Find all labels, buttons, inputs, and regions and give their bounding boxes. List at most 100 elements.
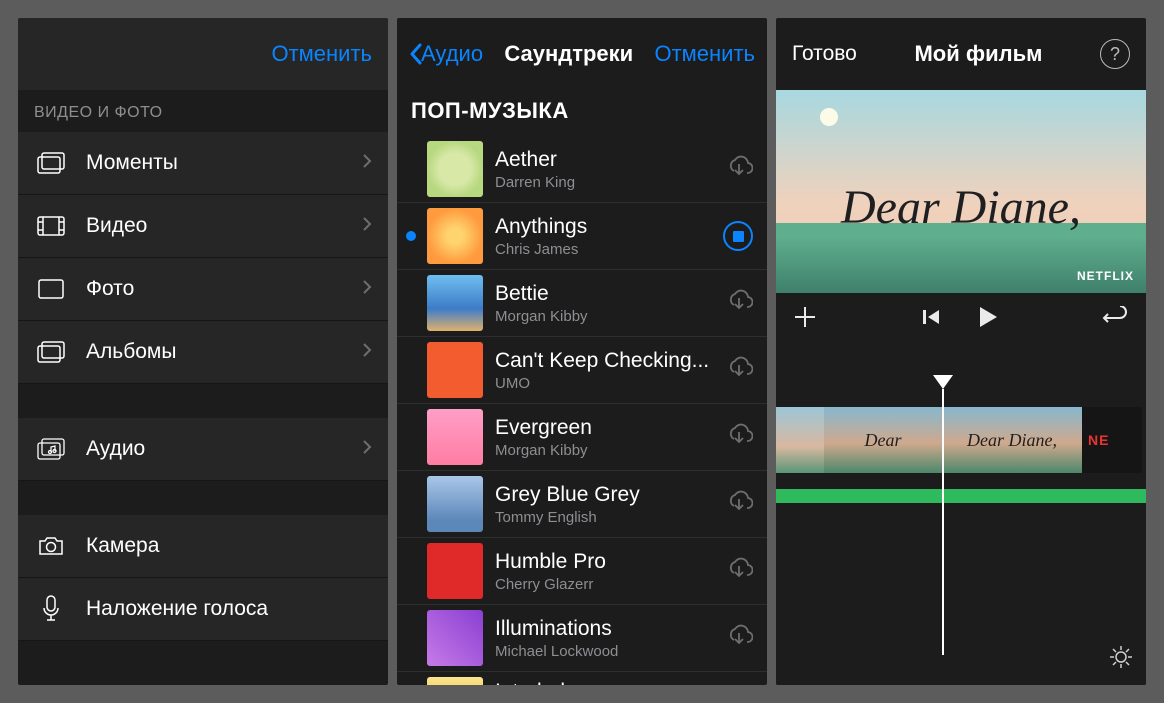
add-button[interactable] — [792, 304, 818, 330]
row-camera[interactable]: Камера — [18, 515, 388, 578]
row-albums[interactable]: Альбомы — [18, 321, 388, 384]
camera-icon — [34, 535, 68, 557]
track-row[interactable]: Interludes — [397, 672, 767, 685]
album-art — [427, 275, 483, 331]
brand-watermark: NETFLIX — [1077, 269, 1134, 283]
chevron-right-icon — [362, 279, 372, 300]
track-artist: Michael Lockwood — [495, 643, 713, 660]
video-icon — [34, 216, 68, 236]
row-label: Видео — [86, 214, 344, 238]
clip[interactable]: NE — [1082, 407, 1142, 473]
albums-icon — [34, 340, 68, 364]
track-name: Illuminations — [495, 617, 713, 641]
chevron-right-icon — [362, 439, 372, 460]
clip[interactable] — [776, 407, 824, 473]
track-row[interactable]: Illuminations Michael Lockwood — [397, 605, 767, 672]
stop-button[interactable] — [723, 221, 753, 251]
page-title: Саундтреки — [504, 41, 633, 67]
track-row[interactable]: Humble Pro Cherry Glazerr — [397, 538, 767, 605]
clip[interactable]: Dear Diane, — [942, 407, 1082, 473]
row-label: Аудио — [86, 437, 344, 461]
track-artist: UMO — [495, 375, 713, 392]
download-icon[interactable] — [725, 155, 753, 184]
album-art — [427, 476, 483, 532]
track-name: Interludes — [495, 680, 753, 686]
row-label: Моменты — [86, 151, 344, 175]
help-button[interactable]: ? — [1100, 39, 1130, 69]
now-playing-dot — [406, 231, 416, 241]
audio-track[interactable] — [776, 489, 1146, 503]
download-icon[interactable] — [725, 490, 753, 519]
row-voiceover[interactable]: Наложение голоса — [18, 578, 388, 641]
track-name: Anythings — [495, 215, 711, 239]
track-artist: Cherry Glazerr — [495, 576, 713, 593]
playback-toolbar — [776, 293, 1146, 341]
cancel-button[interactable]: Отменить — [271, 41, 372, 67]
microphone-icon — [34, 595, 68, 623]
row-audio[interactable]: Аудио — [18, 418, 388, 481]
album-art — [427, 342, 483, 398]
track-row[interactable]: Can't Keep Checking... UMO — [397, 337, 767, 404]
album-art — [427, 677, 483, 686]
row-moments[interactable]: Моменты — [18, 132, 388, 195]
clip-track[interactable]: Dear Dear Diane, NE — [776, 407, 1146, 473]
play-button[interactable] — [977, 305, 999, 329]
row-label: Альбомы — [86, 340, 344, 364]
chevron-right-icon — [362, 153, 372, 174]
track-row[interactable]: Anythings Chris James — [397, 203, 767, 270]
download-icon[interactable] — [725, 356, 753, 385]
track-row[interactable]: Grey Blue Grey Tommy English — [397, 471, 767, 538]
track-name: Aether — [495, 148, 713, 172]
track-name: Can't Keep Checking... — [495, 349, 713, 373]
project-title: Мой фильм — [914, 41, 1042, 67]
row-label: Наложение голоса — [86, 597, 372, 621]
back-button[interactable]: Аудио — [409, 41, 483, 67]
undo-button[interactable] — [1102, 306, 1130, 328]
photo-icon — [34, 279, 68, 299]
album-art — [427, 208, 483, 264]
album-art — [427, 141, 483, 197]
moments-icon — [34, 151, 68, 175]
row-video[interactable]: Видео — [18, 195, 388, 258]
track-artist: Tommy English — [495, 509, 713, 526]
album-art — [427, 543, 483, 599]
playhead[interactable] — [942, 389, 944, 655]
download-icon[interactable] — [725, 423, 753, 452]
section-header-video-photo: ВИДЕО И ФОТО — [18, 90, 388, 132]
download-icon[interactable] — [725, 624, 753, 653]
media-picker-pane: Отменить ВИДЕО И ФОТО Моменты Видео — [18, 18, 388, 685]
chevron-right-icon — [362, 342, 372, 363]
clip[interactable]: Dear — [824, 407, 942, 473]
done-button[interactable]: Готово — [792, 42, 857, 66]
track-row[interactable]: Aether Darren King — [397, 136, 767, 203]
track-name: Grey Blue Grey — [495, 483, 713, 507]
preview-text: Dear Diane, — [776, 180, 1146, 235]
track-artist: Morgan Kibby — [495, 442, 713, 459]
track-artist: Morgan Kibby — [495, 308, 713, 325]
album-art — [427, 409, 483, 465]
topbar: Готово Мой фильм ? — [776, 18, 1146, 90]
album-art — [427, 610, 483, 666]
timeline[interactable]: Dear Dear Diane, NE — [776, 341, 1146, 685]
track-name: Humble Pro — [495, 550, 713, 574]
track-artist: Chris James — [495, 241, 711, 258]
preview-area[interactable]: Dear Diane, NETFLIX — [776, 90, 1146, 293]
track-row[interactable]: Evergreen Morgan Kibby — [397, 404, 767, 471]
track-name: Bettie — [495, 282, 713, 306]
cancel-button[interactable]: Отменить — [654, 41, 755, 67]
settings-button[interactable] — [1108, 644, 1134, 675]
genre-header: ПОП-МУЗЫКА — [397, 90, 767, 136]
audio-icon — [34, 437, 68, 461]
topbar: Аудио Саундтреки Отменить — [397, 18, 767, 90]
track-name: Evergreen — [495, 416, 713, 440]
chevron-right-icon — [362, 216, 372, 237]
prev-button[interactable] — [921, 307, 941, 327]
row-photo[interactable]: Фото — [18, 258, 388, 321]
download-icon[interactable] — [725, 289, 753, 318]
download-icon[interactable] — [725, 557, 753, 586]
row-label: Фото — [86, 277, 344, 301]
row-label: Камера — [86, 534, 372, 558]
editor-pane: Готово Мой фильм ? Dear Diane, NETFLIX — [776, 18, 1146, 685]
track-row[interactable]: Bettie Morgan Kibby — [397, 270, 767, 337]
soundtracks-pane: Аудио Саундтреки Отменить ПОП-МУЗЫКА Aet… — [397, 18, 767, 685]
